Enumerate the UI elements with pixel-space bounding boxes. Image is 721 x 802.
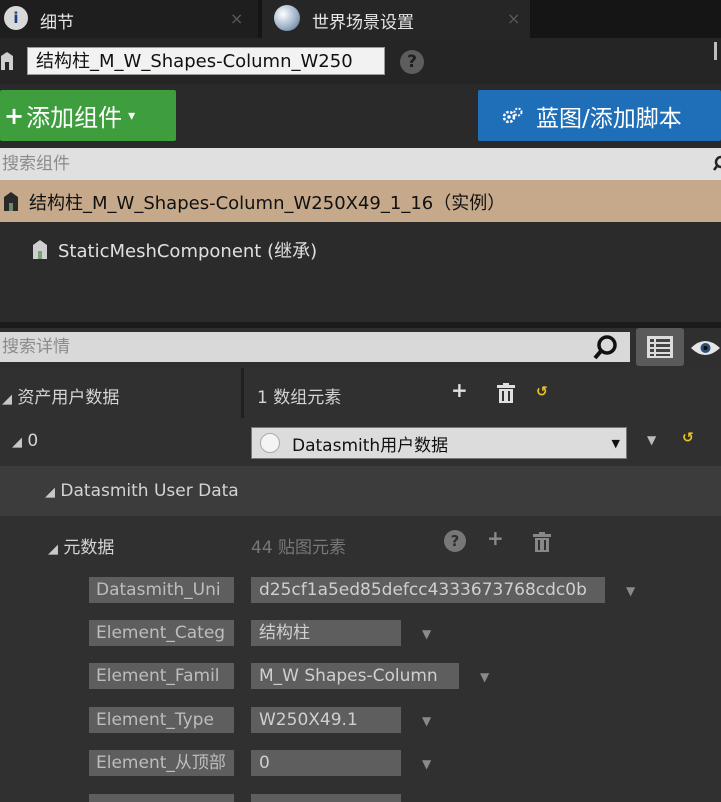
trash-icon[interactable]: [533, 532, 551, 552]
chevron-down-icon[interactable]: ▼: [480, 670, 489, 684]
close-icon[interactable]: ×: [230, 9, 243, 28]
expand-arrow-icon: ◢: [12, 435, 22, 450]
metadata-value-field[interactable]: 0: [251, 750, 401, 776]
blueprint-add-script-button[interactable]: 蓝图/添加脚本: [478, 90, 721, 141]
metadata-value-field-partial[interactable]: [251, 794, 401, 802]
details-search-input[interactable]: 搜索详情: [0, 332, 630, 362]
metadata-value-field[interactable]: W250X49.1: [251, 707, 401, 733]
actor-name-field[interactable]: 结构柱_M_W_Shapes-Column_W250: [27, 47, 385, 75]
component-tree-root-label: 结构柱_M_W_Shapes-Column_W250X49_1_16（实例）: [29, 193, 506, 214]
component-tree-child-label[interactable]: StaticMeshComponent (继承): [58, 237, 317, 263]
array-element-0[interactable]: ◢ 0: [12, 431, 38, 451]
property-metadata-header[interactable]: ◢ 元数据: [48, 533, 114, 558]
category-label: Datasmith User Data: [60, 481, 239, 501]
trash-icon[interactable]: [497, 383, 515, 403]
search-icon[interactable]: [592, 334, 620, 360]
element-menu-arrow-icon[interactable]: ▼: [647, 433, 656, 447]
class-icon: [260, 433, 280, 453]
tab-world-settings[interactable]: 世界场景设置 ×: [262, 0, 530, 38]
chevron-down-icon[interactable]: ▼: [422, 714, 431, 728]
eye-icon[interactable]: [690, 336, 721, 360]
property-asset-user-data-header[interactable]: ◢ 资产用户数据: [2, 383, 119, 408]
dropdown-value: Datasmith用户数据: [292, 435, 449, 456]
plus-icon: +: [4, 101, 25, 130]
tab-world-settings-label: 世界场景设置: [312, 13, 414, 33]
map-count: 44 贴图元素: [251, 538, 347, 558]
metadata-key-field[interactable]: Datasmith_Uni: [89, 577, 234, 603]
property-label: 资产用户数据: [17, 388, 120, 408]
globe-icon: [274, 5, 300, 31]
view-options-button[interactable]: [636, 328, 684, 366]
chevron-down-icon: ▾: [128, 107, 136, 124]
blueprint-label: 蓝图/添加脚本: [536, 105, 682, 132]
chevron-down-icon[interactable]: ▼: [626, 584, 635, 598]
reset-to-default-icon[interactable]: ↺: [536, 384, 548, 400]
chevron-down-icon: ▼: [611, 437, 620, 450]
metadata-key-field-partial[interactable]: [89, 794, 234, 802]
array-count: 1 数组元素: [257, 388, 342, 408]
gears-icon: [502, 107, 523, 123]
metadata-key-field[interactable]: Element_从顶部: [89, 750, 234, 776]
component-search-input[interactable]: 搜索组件: [0, 148, 721, 180]
add-component-label: 添加组件: [26, 104, 123, 132]
metadata-key-field[interactable]: Element_Type: [89, 707, 234, 733]
array-index-label: 0: [27, 431, 39, 451]
tab-details-label: 细节: [40, 13, 74, 33]
help-icon[interactable]: ?: [444, 530, 466, 552]
tab-details[interactable]: i 细节 ×: [0, 0, 258, 38]
close-icon[interactable]: ×: [507, 9, 520, 28]
add-element-icon[interactable]: +: [451, 378, 468, 402]
static-mesh-icon: [33, 240, 47, 259]
metadata-value-field[interactable]: M_W Shapes-Column: [251, 663, 459, 689]
chevron-down-icon[interactable]: ▼: [422, 757, 431, 771]
lock-icon[interactable]: [714, 42, 718, 60]
user-data-class-dropdown[interactable]: Datasmith用户数据 ▼: [251, 427, 627, 459]
property-label: 元数据: [63, 538, 115, 558]
add-element-icon[interactable]: +: [487, 526, 504, 550]
metadata-key-field[interactable]: Element_Famil: [89, 663, 234, 689]
category-datasmith-user-data[interactable]: ◢ Datasmith User Data: [45, 481, 239, 501]
actor-icon: [4, 192, 18, 211]
metadata-value-field[interactable]: d25cf1a5ed85defcc4333673768cdc0b: [251, 577, 605, 603]
help-icon[interactable]: ?: [400, 50, 424, 74]
expand-arrow-icon: ◢: [45, 485, 55, 500]
chevron-down-icon[interactable]: ▼: [422, 627, 431, 641]
add-component-button[interactable]: + 添加组件 ▾: [0, 90, 176, 141]
metadata-key-field[interactable]: Element_Categ: [89, 620, 234, 646]
actor-icon: [1, 52, 13, 70]
expand-arrow-icon: ◢: [2, 392, 12, 407]
info-icon: i: [4, 6, 28, 30]
search-icon[interactable]: [712, 148, 721, 180]
reset-to-default-icon[interactable]: ↺: [682, 430, 694, 446]
list-view-icon: [647, 336, 673, 358]
metadata-value-field[interactable]: 结构柱: [251, 620, 401, 646]
expand-arrow-icon: ◢: [48, 542, 58, 557]
